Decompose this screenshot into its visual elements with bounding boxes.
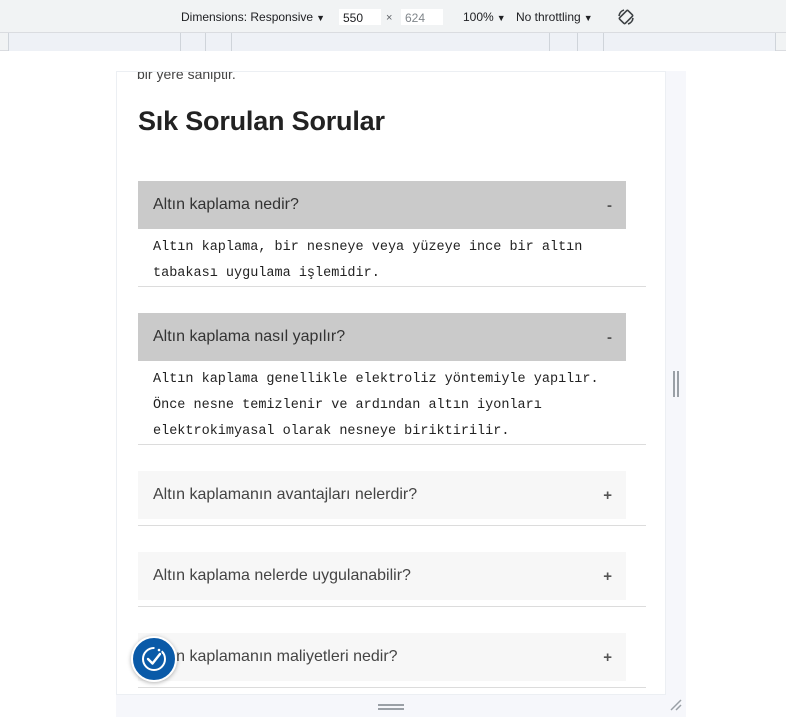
truncated-paragraph: bir yere sahiptir. <box>137 71 236 82</box>
accessibility-icon <box>142 647 166 671</box>
collapse-icon: - <box>607 328 612 346</box>
answer-line: tabakası uygulama işlemidir. <box>153 266 380 281</box>
ruler-segment[interactable] <box>775 33 776 51</box>
expand-icon: + <box>603 486 612 504</box>
faq-question-5[interactable]: Altın kaplamanın maliyetleri nedir? + <box>138 633 626 681</box>
ruler-segment[interactable] <box>549 33 550 51</box>
ruler-segment[interactable] <box>231 33 232 51</box>
faq-question-label: Altın kaplamanın avantajları nelerdir? <box>153 486 418 503</box>
faq-question-4[interactable]: Altın kaplama nelerde uygulanabilir? + <box>138 552 626 600</box>
faq-question-label: Altın kaplama nelerde uygulanabilir? <box>153 567 411 584</box>
answer-line: elektrokimyasal olarak nesneye biriktiri… <box>153 424 510 439</box>
faq-answer-2: Altın kaplama genellikle elektroliz yönt… <box>153 367 623 445</box>
accessibility-button[interactable] <box>131 636 177 682</box>
ruler-track <box>8 33 776 51</box>
faq-question-label: Altın kaplama nasıl yapılır? <box>153 328 346 345</box>
height-input[interactable]: 624 <box>400 8 444 26</box>
throttling-caret-icon: ▼ <box>583 13 593 23</box>
faq-question-3[interactable]: Altın kaplamanın avantajları nelerdir? + <box>138 471 626 519</box>
devtools-device-toolbar: Dimensions: Responsive ▼ 550 × 624 100% ▼ … <box>0 0 786 33</box>
resize-corner-icon[interactable] <box>668 697 682 711</box>
emulated-viewport: bir yere sahiptir. Sık Sorulan Sorular A… <box>116 71 666 695</box>
faq-question-2[interactable]: Altın kaplama nasıl yapılır? - <box>138 313 626 361</box>
collapse-icon: - <box>607 196 612 214</box>
faq-title: Sık Sorulan Sorular <box>138 106 385 136</box>
throttling-label: No throttling <box>516 10 581 24</box>
faq-answer-1: Altın kaplama, bir nesneye veya yüzeye i… <box>153 235 623 287</box>
expand-icon: + <box>603 567 612 585</box>
zoom-label: 100% <box>463 10 494 24</box>
resize-handle-bottom[interactable] <box>378 704 404 710</box>
faq-divider <box>138 606 646 607</box>
resize-handle-right[interactable] <box>673 371 679 397</box>
faq-divider <box>138 687 646 688</box>
dimensions-caret-icon: ▼ <box>316 13 325 23</box>
width-input[interactable]: 550 <box>338 8 382 26</box>
device-canvas: bir yere sahiptir. Sık Sorulan Sorular A… <box>0 51 786 718</box>
expand-icon: + <box>603 648 612 666</box>
faq-question-1[interactable]: Altın kaplama nedir? - <box>138 181 626 229</box>
zoom-caret-icon: ▼ <box>496 13 506 23</box>
zoom-dropdown[interactable]: 100% ▼ <box>463 10 506 24</box>
faq-divider <box>138 444 646 445</box>
ruler-segment[interactable] <box>577 33 578 51</box>
media-query-ruler <box>0 33 786 51</box>
ruler-segment[interactable] <box>8 33 9 51</box>
ruler-segment[interactable] <box>180 33 181 51</box>
faq-divider <box>138 286 646 287</box>
times-symbol: × <box>386 12 393 24</box>
ruler-segment[interactable] <box>205 33 206 51</box>
answer-line: Altın kaplama, bir nesneye veya yüzeye i… <box>153 240 583 255</box>
faq-question-label: Altın kaplamanın maliyetleri nedir? <box>153 648 398 665</box>
faq-divider <box>138 525 646 526</box>
answer-line: Altın kaplama genellikle elektroliz yönt… <box>153 372 599 387</box>
ruler-segment[interactable] <box>603 33 604 51</box>
dimensions-dropdown[interactable]: Dimensions: Responsive ▼ <box>181 10 325 24</box>
throttling-dropdown[interactable]: No throttling ▼ <box>516 10 593 24</box>
dimensions-label: Dimensions: Responsive <box>181 10 314 24</box>
rotate-icon[interactable] <box>617 8 635 26</box>
answer-line: Önce nesne temizlenir ve ardından altın … <box>153 398 542 413</box>
faq-question-label: Altın kaplama nedir? <box>153 196 299 213</box>
